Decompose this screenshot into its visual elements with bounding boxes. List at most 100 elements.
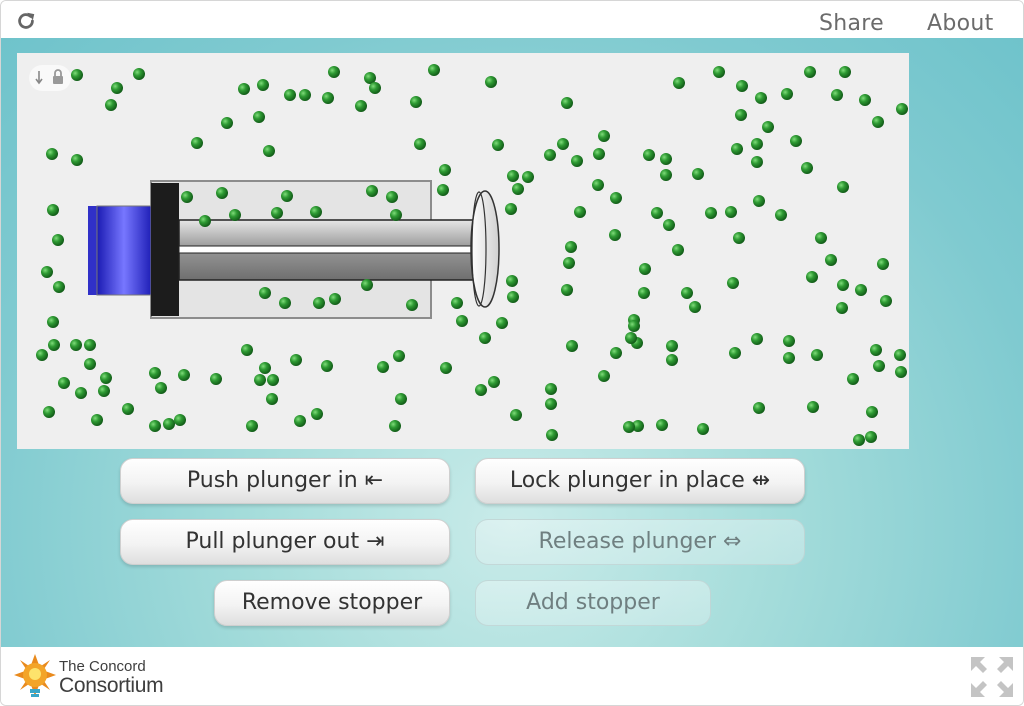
gas-particle	[736, 80, 748, 92]
gas-particle	[546, 429, 558, 441]
gas-particle	[393, 350, 405, 362]
simulation-canvas[interactable]	[17, 53, 909, 449]
gas-particle	[692, 168, 704, 180]
gas-particle	[229, 209, 241, 221]
gas-particle	[873, 360, 885, 372]
gas-particle	[488, 376, 500, 388]
gas-particle	[294, 415, 306, 427]
plunger-rod-highlight	[178, 245, 484, 254]
gas-particle	[733, 232, 745, 244]
gas-particle	[479, 332, 491, 344]
remove-stopper-button[interactable]: Remove stopper	[214, 580, 450, 626]
gas-particle	[506, 275, 518, 287]
gas-particle	[253, 111, 265, 123]
gas-particle	[246, 420, 258, 432]
gas-particle	[751, 333, 763, 345]
gas-particle	[48, 339, 60, 351]
gas-particle	[806, 271, 818, 283]
gas-particle	[638, 287, 650, 299]
gas-particle	[299, 89, 311, 101]
gas-particle	[880, 295, 892, 307]
gas-particle	[660, 169, 672, 181]
gas-particle	[639, 263, 651, 275]
gas-particle	[71, 154, 83, 166]
reload-icon[interactable]	[15, 10, 37, 32]
gas-particle	[149, 367, 161, 379]
gas-particle	[727, 277, 739, 289]
gas-particle	[361, 279, 373, 291]
gas-particle	[437, 184, 449, 196]
logo-line-2: Consortium	[59, 674, 164, 697]
gas-particle	[563, 257, 575, 269]
gas-particle	[284, 89, 296, 101]
gas-particle	[566, 340, 578, 352]
gas-particle	[355, 100, 367, 112]
gas-particle	[544, 149, 556, 161]
gas-particle	[598, 370, 610, 382]
gas-particle	[894, 349, 906, 361]
gas-particle	[263, 145, 275, 157]
lock-plunger-button[interactable]: Lock plunger in place ⇹	[475, 458, 805, 504]
gas-particle	[681, 287, 693, 299]
gas-particle	[781, 88, 793, 100]
gas-particle	[713, 66, 725, 78]
concord-lightbulb-logo-icon[interactable]	[13, 653, 57, 701]
gas-particle	[571, 155, 583, 167]
gas-particle	[557, 138, 569, 150]
sim-controls[interactable]	[29, 65, 71, 91]
push-plunger-button[interactable]: Push plunger in ⇤	[120, 458, 450, 504]
gas-particle	[565, 241, 577, 253]
gas-particle	[410, 96, 422, 108]
add-stopper-button[interactable]: Add stopper	[475, 580, 711, 626]
gas-particle	[199, 215, 211, 227]
gas-particle	[111, 82, 123, 94]
gas-particle	[259, 287, 271, 299]
gas-particle	[545, 398, 557, 410]
gas-particle	[377, 361, 389, 373]
gas-particle	[133, 68, 145, 80]
gas-particle	[660, 153, 672, 165]
fullscreen-icon[interactable]	[969, 655, 1015, 699]
stopper[interactable]	[96, 205, 152, 296]
gas-particle	[456, 315, 468, 327]
gas-particle	[625, 332, 637, 344]
gas-particle	[762, 121, 774, 133]
pull-plunger-button[interactable]: Pull plunger out ⇥	[120, 519, 450, 565]
about-link[interactable]: About	[927, 11, 994, 36]
gas-particle	[705, 207, 717, 219]
gas-particle	[896, 103, 908, 115]
gas-particle	[598, 130, 610, 142]
release-plunger-button[interactable]: Release plunger ⇔	[475, 519, 805, 565]
gas-particle	[492, 139, 504, 151]
gas-particle	[46, 148, 58, 160]
gas-particle	[321, 360, 333, 372]
gas-particle	[656, 419, 668, 431]
syringe-simulation[interactable]	[17, 53, 909, 449]
gas-particle	[859, 94, 871, 106]
gas-particle	[328, 66, 340, 78]
gas-particle	[729, 347, 741, 359]
gas-particle	[755, 92, 767, 104]
gas-particle	[439, 164, 451, 176]
gas-particle	[329, 293, 341, 305]
download-lock-icon[interactable]	[29, 65, 71, 91]
gas-particle	[163, 418, 175, 430]
gas-particle	[238, 83, 250, 95]
gas-particle	[610, 192, 622, 204]
gas-particle	[290, 354, 302, 366]
share-link[interactable]: Share	[819, 11, 884, 36]
concord-logo-text[interactable]: The Concord Consortium	[59, 657, 164, 697]
gas-particle	[47, 316, 59, 328]
gas-particle	[545, 383, 557, 395]
gas-particle	[804, 66, 816, 78]
gas-particle	[623, 421, 635, 433]
gas-particle	[257, 79, 269, 91]
gas-particle	[753, 195, 765, 207]
plunger-handle[interactable]	[470, 190, 500, 308]
gas-particle	[666, 340, 678, 352]
gas-particle	[191, 137, 203, 149]
app-frame: Share About Push plunger in ⇤ Lock plung…	[0, 0, 1024, 706]
gas-particle	[71, 69, 83, 81]
gas-particle	[753, 402, 765, 414]
gas-particle	[389, 420, 401, 432]
